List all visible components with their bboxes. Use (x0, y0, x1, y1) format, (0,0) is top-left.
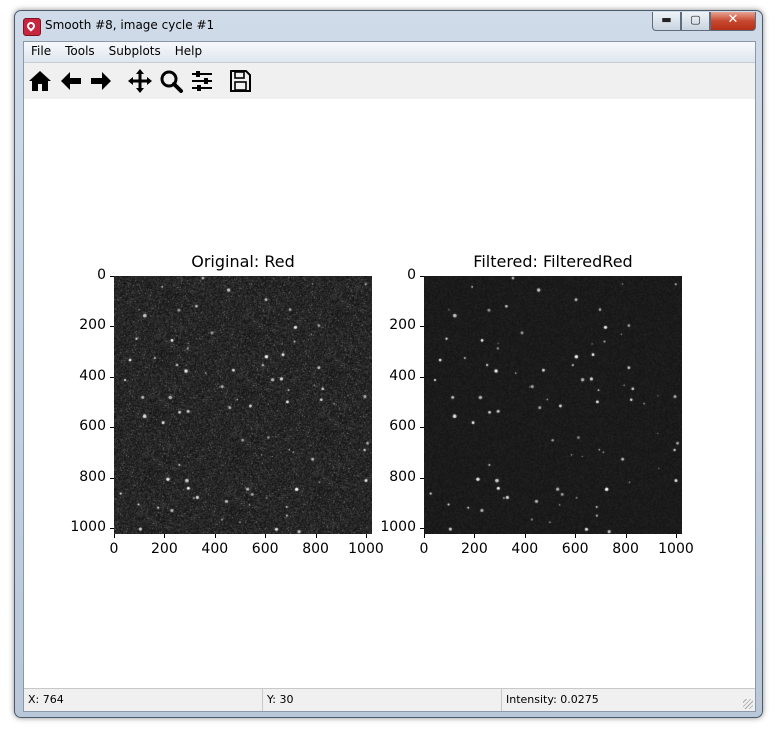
plot-title-original: Original: Red (191, 252, 295, 271)
save-button[interactable] (226, 67, 254, 95)
close-icon: ✕ (727, 12, 739, 27)
x-tick-mark (575, 534, 577, 538)
x-tick-mark (315, 534, 317, 538)
pan-button[interactable] (126, 67, 154, 95)
home-icon (29, 71, 51, 91)
menu-subplots[interactable]: Subplots (102, 42, 168, 62)
status-intensity: Intensity: 0.0275 (506, 693, 599, 706)
x-tick-mark (265, 534, 267, 538)
close-button[interactable]: ✕ (710, 12, 756, 31)
y-tick-mark (110, 326, 114, 328)
maximize-button[interactable]: ▢ (681, 12, 710, 31)
y-tick-label-filtered: 0 (407, 267, 416, 283)
y-tick-mark (420, 326, 424, 328)
x-tick-label-original: 0 (109, 541, 119, 557)
home-button[interactable] (26, 67, 54, 95)
x-tick-label-filtered: 600 (561, 541, 589, 557)
pan-icon (128, 69, 152, 93)
x-tick-label-original: 1000 (348, 541, 384, 557)
x-tick-label-original: 400 (201, 541, 229, 557)
status-y: Y: 30 (263, 689, 502, 711)
y-tick-label-original: 800 (79, 468, 106, 485)
y-tick-label-filtered: 800 (389, 468, 416, 485)
menu-bar: File Tools Subplots Help (24, 42, 755, 63)
menu-help[interactable]: Help (168, 42, 209, 62)
x-tick-mark (365, 534, 367, 538)
y-tick-mark (420, 477, 424, 479)
x-tick-label-filtered: 400 (511, 541, 539, 557)
x-tick-mark (625, 534, 627, 538)
x-tick-label-original: 200 (151, 541, 178, 557)
title-bar[interactable]: Smooth #8, image cycle #1 ▬ ▢ ✕ (15, 11, 762, 43)
x-tick-mark (164, 534, 166, 538)
y-tick-mark (110, 376, 114, 378)
configure-subplots-button[interactable] (188, 67, 216, 95)
y-tick-label-filtered: 200 (389, 317, 416, 334)
y-tick-label-original: 0 (97, 267, 106, 283)
minimize-button[interactable]: ▬ (652, 12, 681, 31)
x-tick-mark (474, 534, 476, 538)
x-tick-mark (675, 534, 677, 538)
y-tick-mark (110, 427, 114, 429)
y-tick-mark (420, 427, 424, 429)
menu-file[interactable]: File (24, 42, 58, 62)
y-tick-mark (420, 376, 424, 378)
status-bar: X: 764 Y: 30 Intensity: 0.0275 (24, 688, 755, 711)
minimize-icon: ▬ (661, 13, 672, 26)
x-tick-mark (424, 534, 425, 538)
forward-button[interactable] (87, 67, 115, 95)
zoom-button[interactable] (157, 67, 185, 95)
x-tick-label-original: 800 (302, 541, 329, 557)
y-tick-label-filtered: 600 (389, 418, 416, 435)
save-icon (230, 70, 251, 92)
x-tick-label-filtered: 200 (461, 541, 488, 557)
plot-title-filtered: Filtered: FilteredRed (473, 252, 633, 271)
app-logo-icon (23, 18, 41, 36)
maximize-icon: ▢ (690, 13, 701, 26)
y-tick-label-original: 200 (79, 317, 106, 334)
x-tick-label-original: 600 (251, 541, 279, 557)
image-filtered[interactable] (424, 276, 682, 534)
y-tick-mark (110, 477, 114, 479)
back-button[interactable] (57, 67, 85, 95)
y-tick-label-original: 400 (79, 367, 106, 384)
x-tick-mark (524, 534, 526, 538)
back-arrow-icon (61, 72, 81, 90)
zoom-icon (160, 70, 183, 93)
x-tick-label-filtered: 800 (612, 541, 639, 557)
forward-arrow-icon (91, 72, 111, 90)
app-window: Smooth #8, image cycle #1 ▬ ▢ ✕ File Too… (14, 10, 763, 718)
x-tick-label-filtered: 1000 (658, 541, 694, 557)
y-tick-mark (110, 527, 114, 529)
x-tick-mark (114, 534, 115, 538)
image-original[interactable] (114, 276, 372, 534)
y-tick-mark (110, 276, 114, 277)
configure-subplots-icon (192, 71, 212, 91)
y-tick-mark (420, 527, 424, 529)
x-tick-mark (214, 534, 216, 538)
window-title: Smooth #8, image cycle #1 (45, 18, 215, 32)
y-tick-label-filtered: 400 (389, 367, 416, 384)
status-x: X: 764 (24, 689, 263, 711)
figure-canvas[interactable]: Original: Red Filtered: FilteredRed 0 200… (24, 99, 755, 685)
y-tick-label-original: 600 (79, 418, 106, 435)
y-tick-label-original: 1000 (70, 518, 106, 535)
y-tick-mark (420, 276, 424, 277)
client-area: File Tools Subplots Help Original: Red F… (23, 41, 756, 712)
resize-grip[interactable] (743, 699, 753, 709)
toolbar (24, 63, 755, 99)
menu-tools[interactable]: Tools (58, 42, 102, 62)
y-tick-label-filtered: 1000 (380, 518, 416, 535)
x-tick-label-filtered: 0 (419, 541, 429, 557)
